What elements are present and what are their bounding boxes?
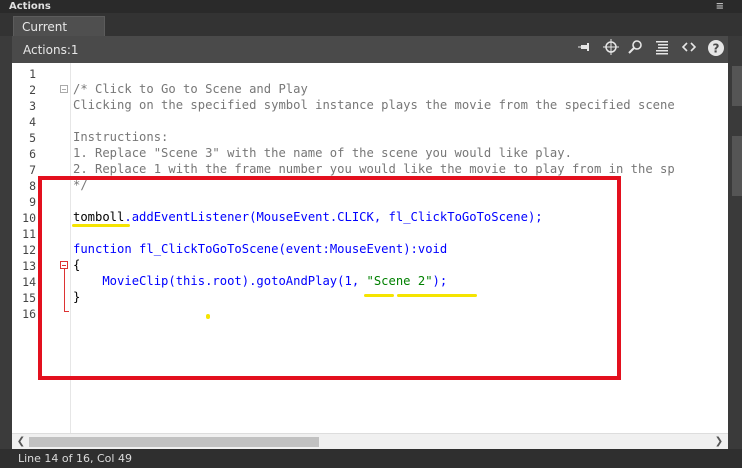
fold-guide [64,269,65,311]
line-number: 14 [22,275,36,289]
fold-collapse-icon[interactable] [60,85,68,93]
code-token: ); [432,274,448,288]
line-number-gutter: 1 2 3 4 5 6 7 8 9 10 11 12 13 14 15 16 [12,63,56,433]
code-token: .addEventListener [124,210,250,224]
code-token: void [417,242,448,256]
line-number: 11 [22,227,36,241]
pin-icon[interactable] [576,39,596,59]
gutter-divider [70,63,71,433]
panel-title: Actions [9,1,51,12]
highlight-underline [72,224,130,227]
panel-tab[interactable] [732,136,742,196]
line-number: 13 [22,259,36,273]
line-number: 8 [29,179,36,193]
fold-collapse-icon[interactable] [60,261,68,269]
find-icon[interactable] [626,39,646,59]
line-number: 12 [22,243,36,257]
code-token: tomboll [73,210,125,224]
code-line-6: 1. Replace "Scene 3" with the name of th… [73,146,572,160]
scroll-left-icon[interactable]: ❮ [14,435,28,449]
panel-title-bar: Actions ≡ [0,0,742,13]
tab-current-frame[interactable]: Current frame [13,16,105,54]
line-number: 16 [22,307,36,321]
code-line-5: Instructions: [73,130,169,144]
code-editor[interactable]: 1 2 3 4 5 6 7 8 9 10 11 12 13 14 15 16 /… [12,63,728,433]
tab-strip: Current frame [0,13,742,54]
actions-toolbar: Actions:1 ? [12,36,730,63]
annotation-dot [206,314,210,319]
line-number: 7 [29,163,36,177]
line-number: 15 [22,291,36,305]
target-icon[interactable] [601,39,621,59]
line-number: 2 [29,83,36,97]
actions-label: Actions:1 [23,43,79,57]
cursor-position: Line 14 of 16, Col 49 [18,452,132,465]
line-number: 1 [29,67,36,81]
line-number: 10 [22,211,36,225]
horizontal-scrollbar[interactable]: ❮ ❯ [12,433,728,450]
help-icon[interactable]: ? [706,39,726,59]
code-token: "Scene 2" [366,274,433,288]
code-line-3: Clicking on the specified symbol instanc… [73,98,675,112]
status-bar: Line 14 of 16, Col 49 [0,449,742,468]
left-edge [0,36,12,449]
code-token: function [73,242,132,256]
code-snippets-icon[interactable] [679,39,699,59]
scroll-right-icon[interactable]: ❯ [712,435,726,449]
code-token: fl_ClickToGoToScene(event:MouseEvent): [131,242,418,256]
code-line-10: tomboll.addEventListener(MouseEvent.CLIC… [73,210,543,224]
format-code-icon[interactable] [652,39,672,59]
line-number: 6 [29,147,36,161]
line-number: 3 [29,99,36,113]
right-panel-strip [728,36,742,449]
code-line-13: { [73,258,81,272]
panel-menu-icon[interactable]: ≡ [716,1,724,12]
code-line-12: function fl_ClickToGoToScene(event:Mouse… [73,242,447,256]
panel-tab[interactable] [732,66,742,106]
code-token: MovieClip(this.root).gotoAndPlay(1, [73,274,367,288]
highlight-underline [364,294,394,297]
highlight-underline [397,294,477,297]
code-line-8: */ [73,178,88,192]
code-line-15: } [73,290,81,304]
scroll-thumb[interactable] [29,437,319,447]
fold-end [64,311,69,312]
line-number: 9 [29,195,36,209]
line-number: 5 [29,131,36,145]
code-line-14: MovieClip(this.root).gotoAndPlay(1, "Sce… [73,274,447,288]
code-line-7: 2. Replace 1 with the frame number you w… [73,162,675,176]
line-number: 4 [29,115,36,129]
code-token: (MouseEvent.CLICK, fl_ClickToGoToScene); [249,210,543,224]
svg-text:?: ? [713,42,720,56]
code-line-2: /* Click to Go to Scene and Play [73,82,308,96]
